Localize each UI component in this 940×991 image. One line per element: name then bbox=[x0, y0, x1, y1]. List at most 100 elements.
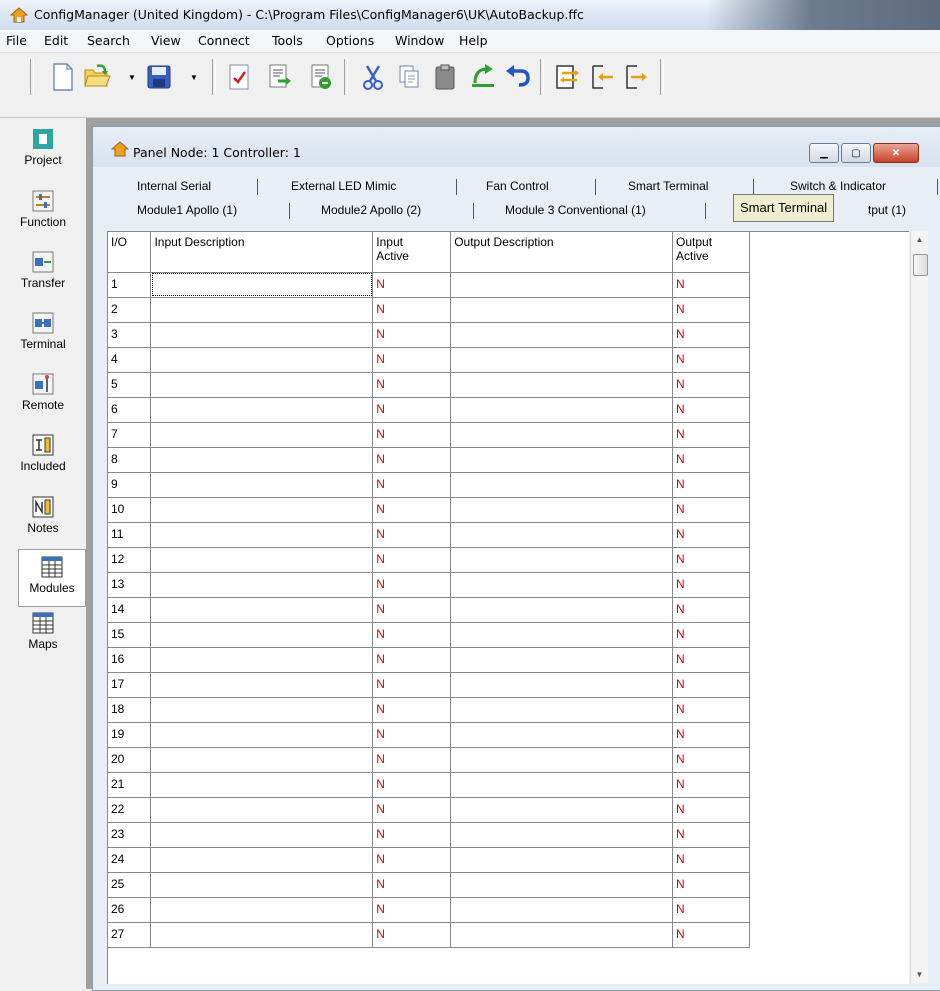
close-button[interactable]: ✕ bbox=[873, 143, 919, 163]
cell-output-description[interactable] bbox=[450, 547, 673, 573]
scroll-down-icon[interactable]: ▼ bbox=[911, 966, 928, 983]
tab-switch-indicator[interactable]: Switch & Indicator bbox=[790, 179, 886, 193]
cell-input-active[interactable]: N bbox=[372, 297, 452, 323]
header-output-active[interactable]: Output Active bbox=[672, 232, 750, 273]
tab-external-led-mimic[interactable]: External LED Mimic bbox=[291, 179, 396, 193]
tab-output[interactable]: tput (1) bbox=[868, 203, 906, 217]
cell-input-active[interactable]: N bbox=[372, 597, 452, 623]
cell-output-active[interactable]: N bbox=[672, 297, 750, 323]
cell-input-description[interactable] bbox=[150, 647, 374, 673]
cell-output-description[interactable] bbox=[450, 347, 673, 373]
tab-module1-apollo[interactable]: Module1 Apollo (1) bbox=[137, 203, 237, 217]
cell-output-description[interactable] bbox=[450, 772, 673, 798]
panel-arrows-icon[interactable] bbox=[550, 57, 584, 97]
cell-output-active[interactable]: N bbox=[672, 472, 750, 498]
cell-output-active[interactable]: N bbox=[672, 697, 750, 723]
cell-input-active[interactable]: N bbox=[372, 872, 452, 898]
menu-file[interactable]: File bbox=[6, 33, 27, 48]
cell-input-description[interactable] bbox=[150, 572, 374, 598]
cell-input-description[interactable] bbox=[150, 847, 374, 873]
cell-output-description[interactable] bbox=[450, 397, 673, 423]
copy-icon[interactable] bbox=[392, 57, 426, 97]
cell-input-active[interactable]: N bbox=[372, 797, 452, 823]
cell-output-description[interactable] bbox=[450, 647, 673, 673]
cell-input-description[interactable] bbox=[150, 897, 374, 923]
save-icon[interactable] bbox=[142, 57, 176, 97]
cell-output-description[interactable] bbox=[450, 522, 673, 548]
cell-output-description[interactable] bbox=[450, 322, 673, 348]
tab-smart-terminal[interactable]: Smart Terminal bbox=[628, 179, 708, 193]
cell-output-description[interactable] bbox=[450, 897, 673, 923]
cell-output-description[interactable] bbox=[450, 672, 673, 698]
cell-output-description[interactable] bbox=[450, 497, 673, 523]
cell-output-active[interactable]: N bbox=[672, 622, 750, 648]
cell-input-description[interactable] bbox=[150, 497, 374, 523]
header-input-description[interactable]: Input Description bbox=[150, 232, 374, 273]
cell-input-active[interactable]: N bbox=[372, 397, 452, 423]
cell-output-description[interactable] bbox=[450, 372, 673, 398]
cell-input-description[interactable] bbox=[150, 597, 374, 623]
panel-right-icon[interactable] bbox=[620, 57, 654, 97]
menu-window[interactable]: Window bbox=[395, 33, 444, 48]
cell-output-description[interactable] bbox=[450, 697, 673, 723]
cell-input-description[interactable] bbox=[150, 272, 374, 298]
sidebar-item-terminal[interactable]: Terminal bbox=[14, 312, 72, 351]
menu-help[interactable]: Help bbox=[459, 33, 488, 48]
cell-output-description[interactable] bbox=[450, 622, 673, 648]
open-folder-icon[interactable] bbox=[80, 57, 114, 97]
cell-input-description[interactable] bbox=[150, 672, 374, 698]
cell-output-active[interactable]: N bbox=[672, 747, 750, 773]
cell-input-description[interactable] bbox=[150, 297, 374, 323]
sidebar-item-remote[interactable]: Remote bbox=[14, 373, 72, 412]
sidebar-item-notes[interactable]: Notes bbox=[14, 496, 72, 535]
menu-connect[interactable]: Connect bbox=[198, 33, 250, 48]
cell-input-description[interactable] bbox=[150, 322, 374, 348]
cell-output-active[interactable]: N bbox=[672, 322, 750, 348]
cell-input-active[interactable]: N bbox=[372, 572, 452, 598]
cell-output-active[interactable]: N bbox=[672, 547, 750, 573]
cell-output-description[interactable] bbox=[450, 872, 673, 898]
cell-input-description[interactable] bbox=[150, 547, 374, 573]
cell-input-active[interactable]: N bbox=[372, 347, 452, 373]
menu-view[interactable]: View bbox=[151, 33, 181, 48]
panel-left-icon[interactable] bbox=[586, 57, 620, 97]
cell-output-active[interactable]: N bbox=[672, 522, 750, 548]
maximize-button[interactable]: ▢ bbox=[841, 143, 871, 163]
cell-input-description[interactable] bbox=[150, 347, 374, 373]
cell-output-active[interactable]: N bbox=[672, 897, 750, 923]
undo-icon[interactable] bbox=[500, 57, 534, 97]
menu-tools[interactable]: Tools bbox=[272, 33, 303, 48]
sidebar-item-modules[interactable]: Modules bbox=[18, 549, 86, 607]
cell-input-description[interactable] bbox=[150, 472, 374, 498]
cell-output-active[interactable]: N bbox=[672, 372, 750, 398]
cell-input-description[interactable] bbox=[150, 797, 374, 823]
cell-input-active[interactable]: N bbox=[372, 497, 452, 523]
cell-output-description[interactable] bbox=[450, 572, 673, 598]
cell-output-active[interactable]: N bbox=[672, 347, 750, 373]
cell-output-description[interactable] bbox=[450, 822, 673, 848]
cell-output-active[interactable]: N bbox=[672, 597, 750, 623]
sidebar-item-included[interactable]: Included bbox=[14, 434, 72, 473]
header-input-active[interactable]: Input Active bbox=[372, 232, 452, 273]
menu-search[interactable]: Search bbox=[87, 33, 130, 48]
cell-output-active[interactable]: N bbox=[672, 272, 750, 298]
tab-fan-control[interactable]: Fan Control bbox=[486, 179, 549, 193]
new-document-icon[interactable] bbox=[46, 57, 80, 97]
cell-output-description[interactable] bbox=[450, 597, 673, 623]
cell-output-description[interactable] bbox=[450, 472, 673, 498]
cell-input-description[interactable] bbox=[150, 872, 374, 898]
cell-input-description[interactable] bbox=[150, 772, 374, 798]
scroll-up-icon[interactable]: ▲ bbox=[911, 231, 928, 248]
sidebar-item-maps[interactable]: Maps bbox=[14, 612, 72, 651]
cell-input-description[interactable] bbox=[150, 622, 374, 648]
menu-options[interactable]: Options bbox=[326, 33, 374, 48]
cell-output-active[interactable]: N bbox=[672, 672, 750, 698]
vertical-scrollbar[interactable]: ▲ ▼ bbox=[910, 231, 928, 983]
cell-input-active[interactable]: N bbox=[372, 747, 452, 773]
check-document-icon[interactable] bbox=[222, 57, 256, 97]
cell-input-description[interactable] bbox=[150, 697, 374, 723]
cell-output-active[interactable]: N bbox=[672, 422, 750, 448]
minimize-button[interactable]: ▁ bbox=[809, 143, 839, 163]
cell-input-active[interactable]: N bbox=[372, 472, 452, 498]
tab-module3-conventional[interactable]: Module 3 Conventional (1) bbox=[505, 203, 646, 217]
